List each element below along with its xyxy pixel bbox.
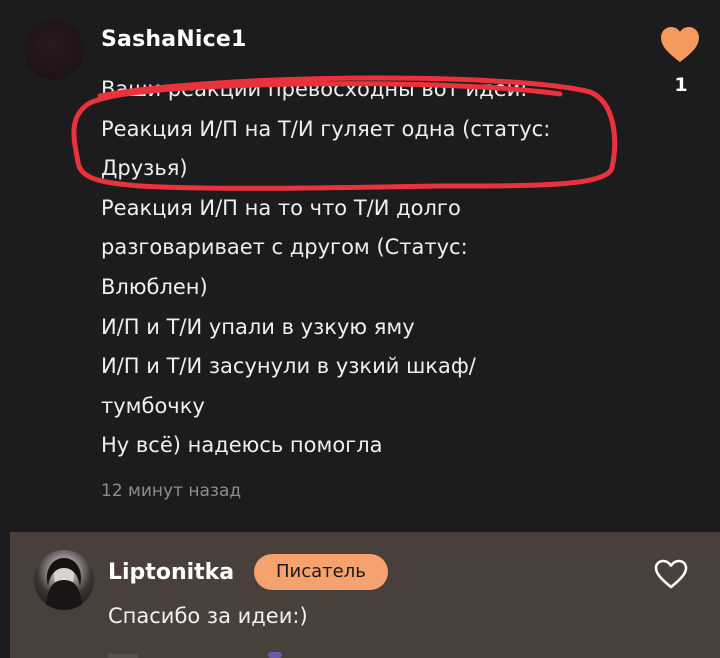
cutoff-row-glimpse [108, 652, 282, 658]
comment-line: Ну всё) надеюсь помогла [101, 433, 383, 458]
heart-filled-icon[interactable] [660, 26, 700, 64]
role-badge: Писатель [254, 554, 388, 590]
like-count: 1 [674, 74, 688, 96]
comment-line: тумбочку [101, 393, 205, 418]
comment-card: SashaNice1 1 Ваши реакции превосходны во… [0, 0, 720, 532]
comment-line: Друзья) [101, 156, 188, 181]
comment-username[interactable]: SashaNice1 [101, 27, 247, 52]
heart-outline-icon[interactable] [654, 559, 688, 589]
avatar[interactable] [24, 20, 84, 80]
comment-timestamp: 12 минут назад [101, 481, 242, 501]
comment-line: разговаривает с другом (Статус: [101, 235, 468, 260]
comment-line: Влюблен) [101, 274, 208, 299]
comment-line: Реакция И/П на то что Т/И долго [101, 195, 461, 220]
comment-line: И/П и Т/И засунули в узкий шкаф/ [101, 354, 476, 379]
avatar-photo-art [46, 558, 82, 610]
avatar[interactable] [34, 550, 94, 610]
reply-body: Спасибо за идеи:) [108, 604, 308, 628]
reply-card: Liptonitka Писатель Спасибо за идеи:) [10, 532, 720, 658]
reply-username[interactable]: Liptonitka [108, 560, 234, 585]
comment-line: Реакция И/П на Т/И гуляет одна (статус: [101, 116, 551, 141]
comment-body: Ваши реакции превосходны вот идеи: Реакц… [101, 70, 641, 466]
comment-line: Ваши реакции превосходны вот идеи: [101, 77, 528, 101]
comment-line: И/П и Т/И упали в узкую яму [101, 314, 415, 339]
